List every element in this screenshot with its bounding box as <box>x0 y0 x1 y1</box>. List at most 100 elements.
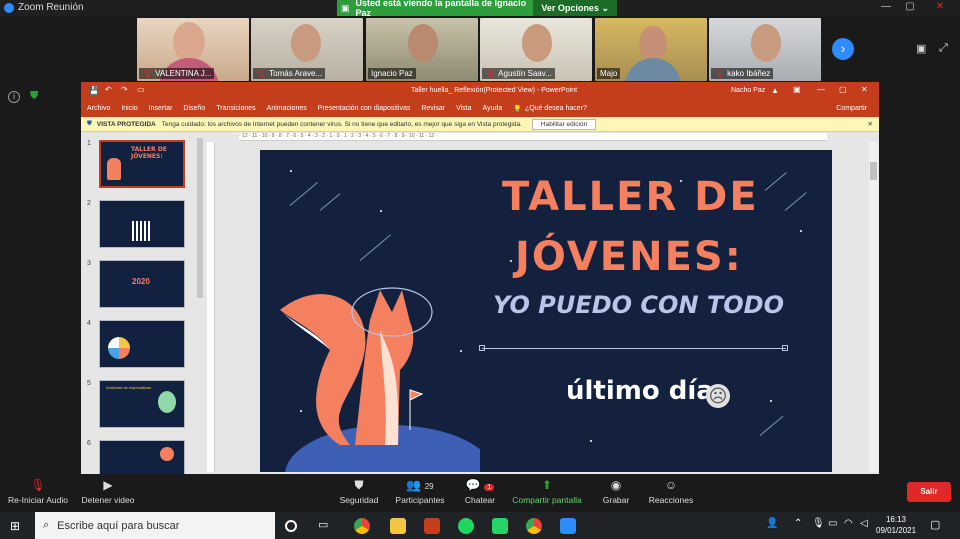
tab-ayuda[interactable]: Ayuda <box>483 105 503 112</box>
file-explorer-icon[interactable] <box>390 518 406 534</box>
share-screen-button[interactable]: ⬆ Compartir pantalla <box>508 478 586 505</box>
minimize-icon[interactable]: — <box>876 1 896 12</box>
participant-tile[interactable]: 🎙 VALENTINA J... <box>137 18 249 81</box>
slide-thumbnail[interactable]: 2020 <box>99 260 185 308</box>
participant-name: 🎙 kako Ibáñez <box>711 68 774 79</box>
search-icon: ⌕ <box>43 519 50 531</box>
star <box>510 260 512 262</box>
audio-label: Re-Iniciar Audio <box>7 495 68 505</box>
fox-astronaut-illustration <box>280 287 480 472</box>
share-button[interactable]: Compartir <box>836 105 867 112</box>
cortana-icon[interactable] <box>285 520 297 532</box>
notifications-icon[interactable]: ▢ <box>930 518 940 531</box>
enable-editing-button[interactable]: Habilitar edición <box>531 118 597 130</box>
flag-icon <box>409 389 424 430</box>
tab-diseno[interactable]: Diseño <box>183 105 205 112</box>
chrome-icon[interactable] <box>354 518 370 534</box>
spotify-icon[interactable] <box>458 518 474 534</box>
taskbar-clock[interactable]: 16:13 09/01/2021 <box>876 514 916 536</box>
star <box>770 400 772 402</box>
fullscreen-icon[interactable]: ⤢ <box>939 42 951 54</box>
reactions-button[interactable]: ☺ Reacciones <box>646 478 696 505</box>
participant-name: 🎙 VALENTINA J... <box>139 68 215 79</box>
ppt-minimize-icon[interactable]: — <box>817 85 825 94</box>
slide-thumbnail[interactable]: TALLER DE JÓVENES: <box>99 140 185 188</box>
slide-thumbnail[interactable] <box>99 320 185 368</box>
ppt-ribbon-tabs: Archivo Inicio Insertar Diseño Transicio… <box>81 100 879 117</box>
slide-thumbnails-pane: 1 TALLER DE JÓVENES: 2 3 2020 4 5 Activi… <box>81 132 201 474</box>
star <box>590 440 592 442</box>
horizontal-ruler: · 12 · 11 · 10 · 9 · 8 · 7 · 6 · 5 · 4 ·… <box>239 133 827 141</box>
slide-subtitle: YO PUEDO CON TODO <box>493 291 784 319</box>
tab-animaciones[interactable]: Animaciones <box>267 105 307 112</box>
slide-scrollbar[interactable] <box>869 142 878 472</box>
shield-icon[interactable]: ⛊ <box>30 90 42 104</box>
maximize-icon[interactable]: ▢ <box>900 1 920 12</box>
close-icon[interactable]: ✕ <box>930 1 950 12</box>
mic-tray-icon[interactable]: 🎙 <box>812 518 825 529</box>
star <box>290 170 292 172</box>
ppt-maximize-icon[interactable]: ▢ <box>839 85 847 94</box>
participant-tile[interactable]: 🎙 Tomás Arave... <box>251 18 363 81</box>
info-icon[interactable]: i <box>8 91 20 103</box>
battery-icon[interactable]: ▭ <box>828 518 837 529</box>
save-icon[interactable]: 💾 <box>89 86 99 95</box>
view-options-button[interactable]: Ver Opciones ⌄ <box>533 0 617 16</box>
slide-thumbnail[interactable] <box>99 440 185 474</box>
chrome-icon[interactable] <box>526 518 542 534</box>
wheel-graphic <box>108 337 130 359</box>
slide-thumbnail[interactable] <box>99 200 185 248</box>
screen-share-icon: ▣ <box>341 2 350 13</box>
chat-button[interactable]: 💬 1 Chatear <box>460 478 500 505</box>
volume-icon[interactable]: ◁ <box>860 518 868 529</box>
participant-tile[interactable]: 🎙 kako Ibáñez <box>709 18 821 81</box>
next-page-icon[interactable]: › <box>832 38 854 60</box>
leave-button[interactable]: Salir <box>907 482 951 502</box>
ribbon-options-icon[interactable]: ▣ <box>793 85 801 94</box>
close-bar-icon[interactable]: ✕ <box>868 120 873 128</box>
undo-icon[interactable]: ↶ <box>105 85 112 94</box>
security-button[interactable]: ⛊ Seguridad <box>336 478 382 505</box>
video-button[interactable]: ▶ Detener video <box>78 478 138 505</box>
security-label: Seguridad <box>339 495 379 505</box>
slide-caption: último día <box>566 376 714 406</box>
tab-transiciones[interactable]: Transiciones <box>216 105 255 112</box>
ppt-close-icon[interactable]: ✕ <box>861 85 868 94</box>
tab-insertar[interactable]: Insertar <box>149 105 173 112</box>
chevron-up-icon[interactable]: ⌃ <box>794 518 802 529</box>
thumbnail-scrollbar[interactable] <box>197 138 203 298</box>
record-button[interactable]: ◉ Grabar <box>598 478 634 505</box>
participant-tile[interactable]: 🎙 Agustín Saav... <box>480 18 592 81</box>
taskbar-search-box[interactable]: ⌕ Escribe aquí para buscar <box>35 512 275 539</box>
view-layout-icon[interactable]: ▣ <box>916 42 928 55</box>
participants-button[interactable]: 👥 29 Participantes <box>392 478 448 505</box>
present-icon[interactable]: ▭ <box>137 85 145 94</box>
participant-tile[interactable]: Ignacio Paz <box>366 18 478 81</box>
zoom-icon[interactable] <box>560 518 576 534</box>
participant-video <box>751 24 781 62</box>
people-icon[interactable]: 👤 <box>766 518 778 529</box>
user-avatar-icon[interactable]: ▲ <box>771 86 779 95</box>
wifi-icon[interactable]: ◠ <box>844 518 853 529</box>
shooting-star <box>319 193 341 211</box>
tell-me-search[interactable]: ¿Qué desea hacer? <box>525 105 587 112</box>
participant-video <box>522 24 552 62</box>
tab-vista[interactable]: Vista <box>456 105 471 112</box>
task-view-icon[interactable]: ▭ <box>318 518 334 534</box>
tab-presentacion[interactable]: Presentación con diapositivas <box>318 105 411 112</box>
zoom-logo-icon <box>4 2 14 13</box>
participant-tile[interactable]: Majo <box>595 18 707 81</box>
audio-button[interactable]: 🎙 Re-Iniciar Audio <box>6 478 70 505</box>
scrollbar-thumb[interactable] <box>870 162 877 180</box>
protected-view-text: Tenga cuidado: los archivos de Internet … <box>161 120 522 128</box>
whatsapp-icon[interactable] <box>492 518 508 534</box>
windows-start-icon[interactable]: ⊞ <box>10 519 24 533</box>
tab-archivo[interactable]: Archivo <box>87 105 110 112</box>
slide-thumbnail[interactable]: Actividad de expectativas <box>99 380 185 428</box>
tab-inicio[interactable]: Inicio <box>121 105 137 112</box>
tab-revisar[interactable]: Revisar <box>421 105 445 112</box>
redo-icon[interactable]: ↷ <box>121 85 128 94</box>
ppt-user-name: Nacho Paz <box>731 87 766 94</box>
powerpoint-icon[interactable] <box>424 518 440 534</box>
muted-mic-icon: 🎙 <box>714 69 725 78</box>
